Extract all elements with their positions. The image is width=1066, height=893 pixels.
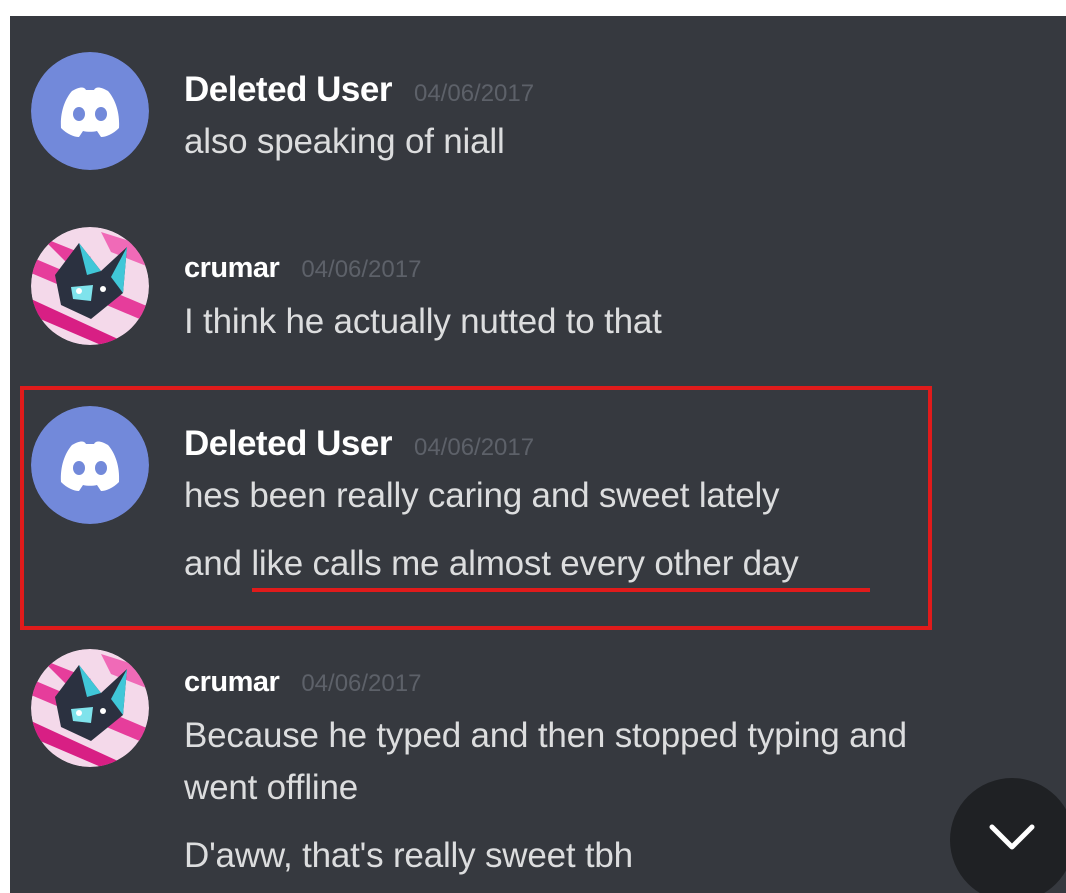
highlight-underline xyxy=(252,588,870,592)
username[interactable]: crumar xyxy=(184,666,280,698)
message-header: crumar 04/06/2017 xyxy=(184,666,421,699)
message-text: also speaking of niall xyxy=(184,122,505,161)
chat-panel: Deleted User 04/06/2017 also speaking of … xyxy=(10,16,1066,893)
message-header: crumar 04/06/2017 xyxy=(184,252,421,285)
timestamp: 04/06/2017 xyxy=(301,670,422,697)
avatar[interactable] xyxy=(31,227,149,345)
message-text: Because he typed and then stopped typing… xyxy=(184,716,907,755)
timestamp: 04/06/2017 xyxy=(301,256,422,283)
username[interactable]: crumar xyxy=(184,252,280,284)
pink-cat-avatar-icon xyxy=(31,227,149,345)
highlight-box xyxy=(20,386,932,630)
pink-cat-avatar-icon xyxy=(31,649,149,767)
message-text: went offline xyxy=(184,768,359,807)
message-text: I think he actually nutted to that xyxy=(184,302,662,341)
timestamp: 04/06/2017 xyxy=(413,80,535,107)
username[interactable]: Deleted User xyxy=(184,70,392,109)
message-header: Deleted User 04/06/2017 xyxy=(184,70,534,110)
avatar[interactable] xyxy=(31,649,149,767)
scroll-to-bottom-button[interactable] xyxy=(950,778,1066,893)
chevron-down-icon xyxy=(989,824,1035,850)
discord-logo-icon xyxy=(31,52,149,170)
avatar[interactable] xyxy=(31,52,149,170)
message-text: D'aww, that's really sweet tbh xyxy=(184,836,633,875)
